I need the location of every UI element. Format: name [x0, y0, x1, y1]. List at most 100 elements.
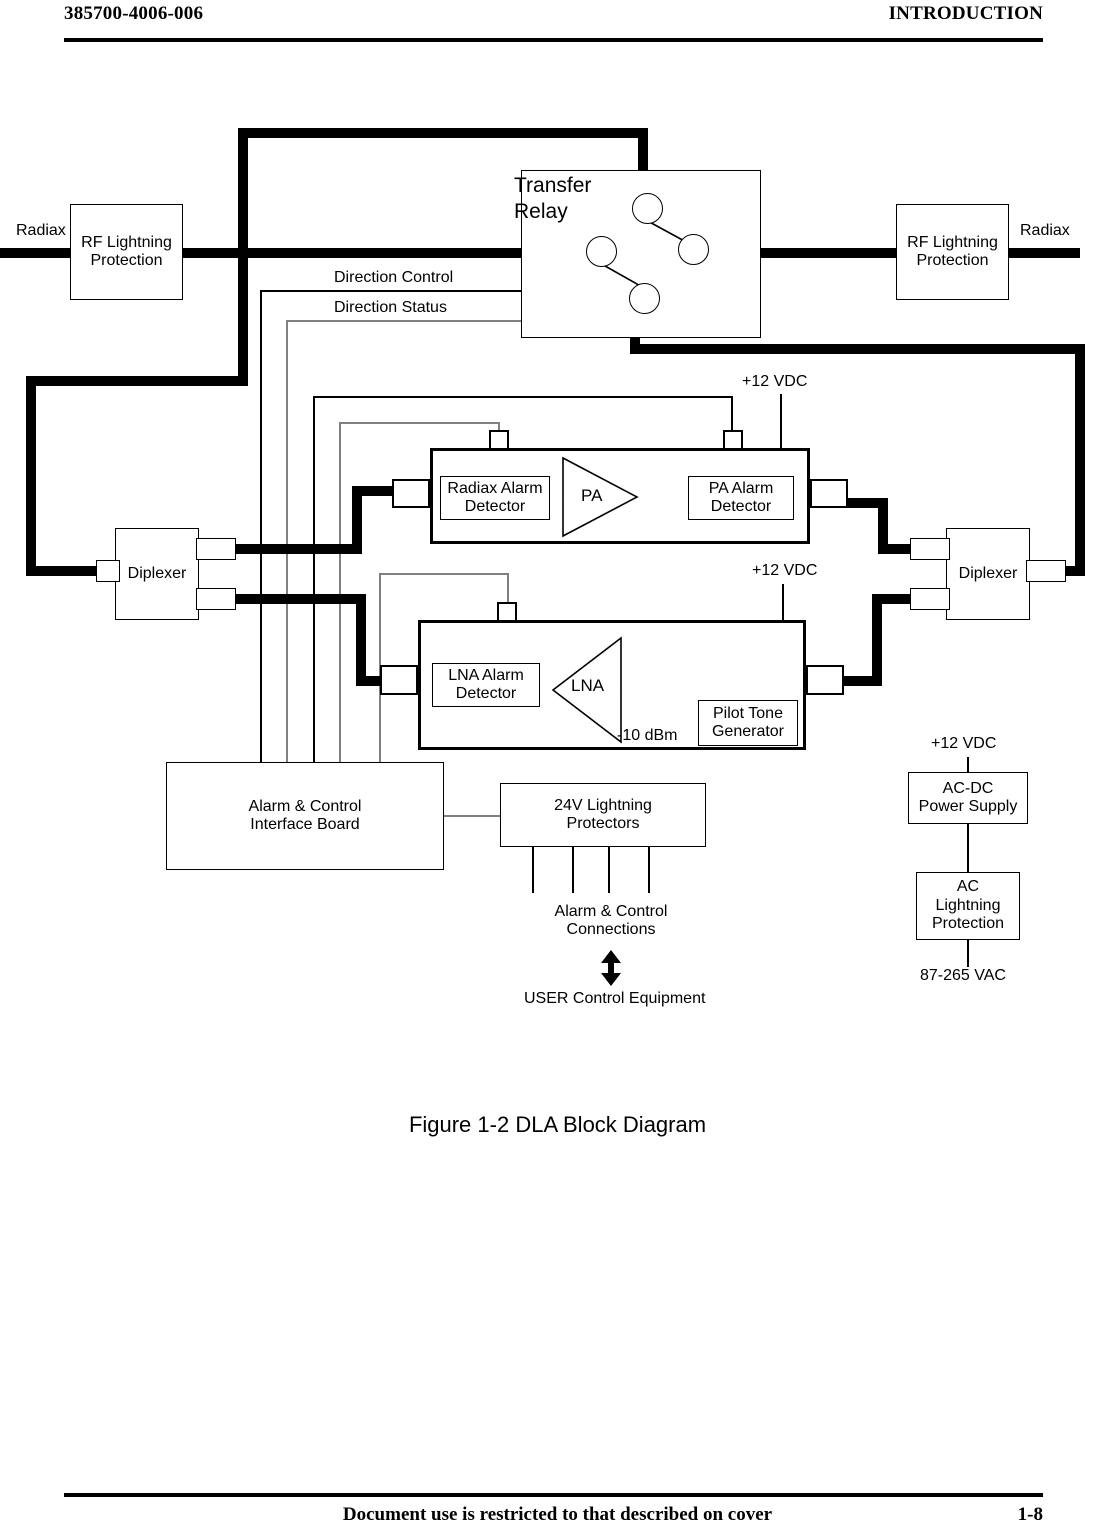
label-direction-status: Direction Status [334, 299, 447, 318]
label-vdc-lna: +12 VDC [752, 562, 818, 581]
block-label-line2: Protectors [566, 815, 640, 832]
header-section-title: INTRODUCTION [888, 3, 1043, 24]
label-user-control-equipment: USER Control Equipment [524, 990, 706, 1009]
rf-line-lowbranch-vert [26, 376, 36, 576]
port-diplexer-right-in-top [910, 538, 950, 560]
sig-direction-control-h [260, 290, 522, 292]
block-label-line1: 24V Lightning [554, 796, 652, 814]
block-label-line2: Detector [464, 498, 526, 515]
label-minus-10-dbm: -10 dBm [617, 727, 678, 744]
block-label-line2: Protection [916, 252, 989, 269]
sig-direction-control-v [260, 290, 262, 763]
rf-line-lna-in-h2 [840, 676, 882, 686]
user-control-double-arrow-icon [600, 950, 622, 986]
block-label-line1: Pilot Tone [713, 704, 783, 722]
relay-contact-mid-right [678, 234, 709, 265]
sig-vdc-pa-drop [780, 394, 782, 448]
block-pa-alarm-detector: PA Alarm Detector [688, 476, 794, 520]
block-label-line1: RF Lightning [907, 233, 998, 251]
block-label-line2: Generator [711, 723, 785, 740]
sig-lna-alarm-h [379, 573, 509, 575]
sig-radiax-alarm-v [313, 396, 315, 763]
rf-line-relay-top-feed [238, 128, 648, 138]
footer-notice: Document use is restricted to that descr… [342, 1504, 773, 1525]
footer-page-number: 1-8 [1017, 1504, 1043, 1525]
block-ac-lightning-protection: AC Lightning Protection [916, 872, 1020, 940]
rf-line-radiax-left-in [0, 248, 72, 258]
block-label-line2: Detector [455, 685, 517, 702]
sig-vdc-supply-out [967, 757, 969, 772]
port-diplexer-right-in-bot [910, 588, 950, 610]
block-diplexer-left: Diplexer [115, 528, 199, 620]
block-label-line1: AC-DC [942, 779, 994, 797]
block-label-line2: Detector [710, 498, 772, 515]
document-page: 385700-4006-006 INTRODUCTION Diplexer Di… [0, 0, 1115, 1533]
sig-radiax-alarm-h [313, 396, 733, 398]
block-label: Diplexer [127, 564, 187, 582]
rf-line-lna-out-v [356, 594, 366, 686]
sig-pa-alarm-v [339, 422, 341, 763]
amplifier-pa-label: PA [581, 486, 603, 505]
label-alarm-control-connections: Alarm & Control Connections [533, 903, 689, 940]
sig-alarm-conn-3 [608, 847, 610, 893]
block-ac-dc-power-supply: AC-DC Power Supply [908, 772, 1028, 824]
block-label-line2: Protection [90, 252, 163, 269]
connector-lna-input [806, 665, 844, 695]
sig-vdc-lna-drop [782, 584, 784, 620]
rf-line-pa-in-h1 [232, 544, 360, 554]
label-radiax-right: Radiax [1020, 222, 1070, 241]
label-direction-control: Direction Control [334, 269, 454, 288]
connector-lna-alarm-top [497, 602, 517, 622]
label-line1: Alarm & Control [554, 903, 668, 920]
sig-alarm-conn-1 [532, 847, 534, 893]
relay-contact-top-left [632, 193, 663, 224]
port-diplexer-left-in [96, 560, 120, 582]
rf-line-pa-out-v [878, 498, 888, 550]
sig-lna-alarm-drop [507, 573, 509, 605]
block-label-line1: Alarm & Control [248, 797, 362, 815]
rf-line-right-trunk [1075, 344, 1085, 570]
label-line2: Connections [566, 921, 656, 939]
rf-line-pa-in-v [352, 486, 362, 554]
connector-pa-input [392, 479, 430, 508]
port-diplexer-left-out-bot [196, 588, 236, 610]
block-label-line2: Power Supply [918, 798, 1018, 815]
figure-caption: Figure 1-2 DLA Block Diagram [408, 1112, 707, 1137]
transfer-relay-label-line1: Transfer [514, 174, 592, 197]
connector-pa-alarm-top [489, 430, 509, 450]
sig-radiax-alarm-drop [731, 396, 733, 432]
block-label-line1: RF Lightning [81, 233, 172, 251]
amplifier-lna-label: LNA [571, 676, 605, 695]
block-radiax-alarm-detector: Radiax Alarm Detector [440, 476, 550, 520]
sig-supply-to-ac-lightning [967, 824, 969, 872]
relay-contact-mid-left [586, 236, 617, 267]
block-rf-lightning-protection-right: RF Lightning Protection [896, 204, 1009, 300]
sig-ac-input-line [967, 940, 969, 967]
block-24v-lightning-protectors: 24V Lightning Protectors [500, 783, 706, 847]
relay-contact-bottom-right [629, 283, 660, 314]
port-diplexer-left-out-top [196, 538, 236, 560]
label-vdc-power-supply: +12 VDC [931, 735, 997, 754]
sig-board-to-protectors [444, 815, 500, 817]
connector-pa-output [810, 479, 848, 508]
sig-direction-status-h [286, 320, 522, 322]
sig-alarm-conn-4 [648, 847, 650, 893]
block-alarm-control-interface-board: Alarm & Control Interface Board [166, 762, 444, 870]
sig-alarm-conn-2 [572, 847, 574, 893]
rf-line-lp-right-out [1008, 248, 1080, 258]
rf-line-lna-in-v [872, 594, 882, 682]
block-rf-lightning-protection-left: RF Lightning Protection [70, 204, 183, 300]
block-label-line1: AC [956, 878, 980, 896]
block-lna-alarm-detector: LNA Alarm Detector [432, 663, 540, 707]
block-diplexer-right: Diplexer [946, 528, 1030, 620]
block-label-line2: Interface Board [250, 816, 360, 833]
label-vdc-pa: +12 VDC [742, 373, 808, 392]
rf-line-relay-left-feed [238, 248, 526, 258]
rf-line-relay-top-drop [638, 128, 648, 176]
sig-pa-alarm-h [339, 422, 500, 424]
transfer-relay-label-line2: Relay [514, 200, 568, 223]
header-document-number: 385700-4006-006 [64, 3, 204, 24]
block-label-line1: LNA Alarm [448, 666, 524, 684]
rf-line-lowbranch-horz [26, 376, 248, 386]
connector-lna-output [380, 665, 418, 695]
